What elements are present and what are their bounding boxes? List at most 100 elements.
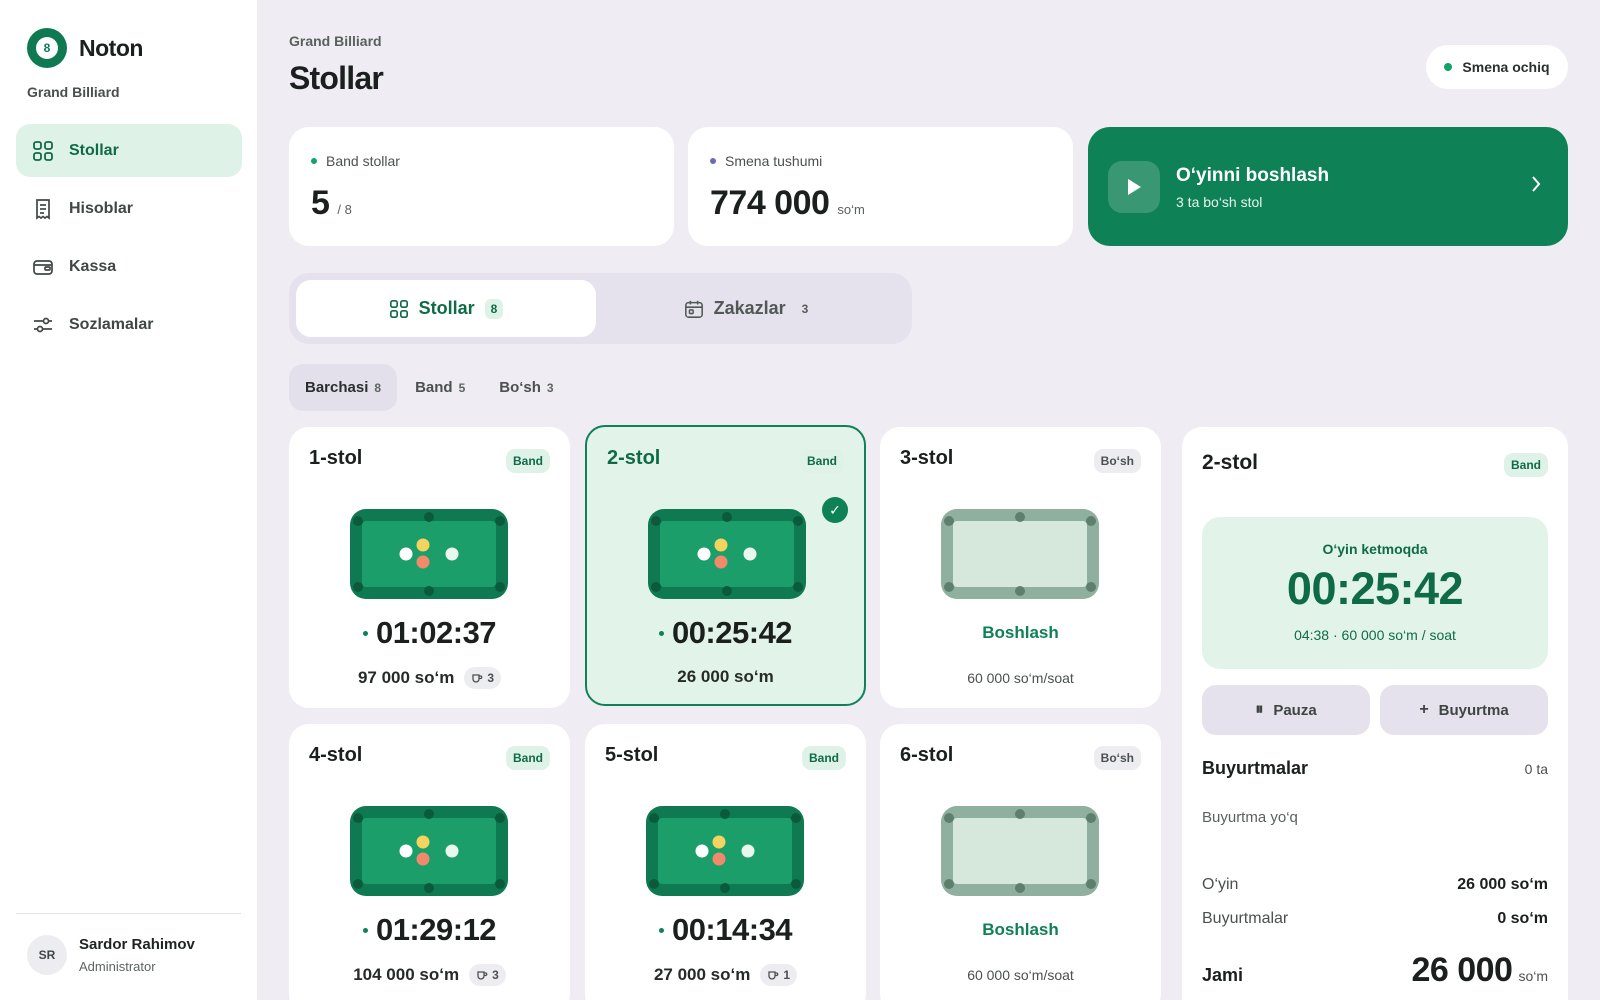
table-timer: 01:29:12	[289, 912, 570, 948]
table-card-3[interactable]: 3-stol Bo‘sh Boshlash 60 000 so‘m/soat	[880, 427, 1161, 708]
busy-tables-card: Band stollar 5 / 8	[289, 127, 674, 246]
receipt-icon	[36, 198, 50, 220]
orders-badge: 3	[469, 964, 506, 986]
total-unit: so‘m	[1518, 968, 1548, 984]
filter-count: 8	[374, 380, 382, 395]
shift-revenue-label: Smena tushumi	[725, 153, 823, 169]
selected-check-icon: ✓	[822, 497, 848, 523]
total-value: 26 000	[1411, 951, 1513, 989]
table-detail-panel: 2-stol Band O‘yin ketmoqda 00:25:42 04:3…	[1182, 427, 1568, 1000]
purple-dot-icon	[710, 158, 716, 164]
timer-value: 01:02:37	[375, 615, 497, 650]
sidebar-item-hisoblar[interactable]: Hisoblar	[16, 182, 242, 235]
status-badge: Band	[506, 449, 550, 473]
filter-all[interactable]: Barchasi 8	[289, 364, 398, 411]
orders-count: 0 ta	[1524, 761, 1548, 777]
status-filters: Barchasi 8 Band 5 Bo‘sh 3	[289, 364, 572, 411]
pool-table-icon	[350, 509, 508, 599]
sidebar-item-label: Kassa	[69, 257, 117, 275]
status-badge: Band	[506, 746, 550, 770]
play-icon	[1108, 161, 1160, 213]
sidebar-nav: Stollar Hisoblar Kassa Sozlamalar	[16, 124, 242, 356]
cup-icon	[768, 971, 779, 980]
pool-table-icon	[646, 806, 804, 896]
sliders-icon	[34, 317, 52, 332]
green-dot-icon	[311, 158, 317, 164]
tab-count: 3	[801, 301, 809, 316]
table-card-6[interactable]: 6-stol Bo‘sh Boshlash 60 000 so‘m/soat	[880, 724, 1161, 1000]
pool-table-icon	[648, 509, 806, 599]
calendar-icon	[684, 300, 703, 318]
timer-value: 01:29:12	[375, 912, 497, 947]
pause-button[interactable]: ⏸ Pauza	[1202, 685, 1370, 735]
table-amount: 104 000 so‘m	[353, 965, 460, 984]
detail-title: 2-stol	[1202, 451, 1259, 474]
status-badge: Bo‘sh	[1093, 449, 1141, 473]
running-dot-icon	[658, 927, 664, 933]
sidebar: 8 Noton Grand Billiard Stollar Hisoblar …	[0, 0, 257, 1000]
tab-stollar[interactable]: Stollar 8	[296, 280, 596, 337]
page-title: Stollar	[289, 60, 384, 96]
orders-amount-value: 0 so‘m	[1497, 910, 1548, 927]
filter-count: 3	[546, 380, 554, 395]
orders-amount-label: Buyurtmalar	[1202, 910, 1289, 927]
table-amount: 27 000 so‘m	[653, 965, 751, 984]
grid-icon	[389, 299, 408, 318]
view-switcher: Stollar 8 Zakazlar 3	[289, 273, 912, 344]
running-dot-icon	[362, 927, 368, 933]
plus-icon: +	[1419, 701, 1429, 718]
table-timer: 00:25:42	[587, 615, 864, 651]
filter-label: Barchasi	[305, 379, 369, 396]
status-dot-icon	[1444, 63, 1453, 71]
table-name: 3-stol	[900, 447, 954, 469]
table-card-2[interactable]: 2-stol Band ✓ 00:25:42 26 000 so‘m	[585, 425, 866, 706]
tab-zakazlar[interactable]: Zakazlar 3	[599, 280, 899, 337]
table-name: 5-stol	[605, 744, 659, 766]
start-table-button[interactable]: Boshlash	[880, 623, 1161, 643]
brand[interactable]: 8 Noton	[27, 28, 143, 68]
orders-badge: 3	[464, 667, 502, 689]
busy-tables-total: / 8	[337, 202, 352, 217]
status-badge: Band	[800, 449, 844, 473]
pool-table-idle-icon	[941, 509, 1099, 599]
game-rate-info: 04:38 · 60 000 so‘m / soat	[1294, 627, 1456, 643]
table-name: 4-stol	[309, 744, 363, 766]
orders-title: Buyurtmalar	[1202, 758, 1309, 778]
sidebar-item-label: Sozlamalar	[69, 315, 154, 333]
pause-label: Pauza	[1273, 701, 1317, 719]
orders-empty-text: Buyurtma yo‘q	[1202, 809, 1298, 826]
sidebar-item-sozlamalar[interactable]: Sozlamalar	[16, 298, 242, 351]
shift-status-badge[interactable]: Smena ochiq	[1426, 45, 1568, 89]
filter-free[interactable]: Bo‘sh 3	[483, 364, 569, 411]
venue-name: Grand Billiard	[27, 84, 120, 100]
start-table-button[interactable]: Boshlash	[880, 920, 1161, 940]
breadcrumb: Grand Billiard	[289, 33, 382, 49]
sidebar-item-stollar[interactable]: Stollar	[16, 124, 242, 177]
detail-status-badge: Band	[1504, 453, 1548, 477]
tab-count: 8	[484, 298, 504, 319]
sidebar-divider	[16, 913, 241, 914]
sidebar-item-kassa[interactable]: Kassa	[16, 240, 242, 293]
start-game-button[interactable]: O‘yinni boshlash 3 ta bo‘sh stol	[1088, 127, 1568, 246]
table-card-5[interactable]: 5-stol Band 00:14:34 27 000 so‘m 1	[585, 724, 866, 1000]
table-timer: 00:14:34	[585, 912, 866, 948]
table-name: 2-stol	[607, 447, 661, 469]
timer-value: 00:14:34	[671, 912, 793, 947]
table-card-4[interactable]: 4-stol Band 01:29:12 104 000 so‘m 3	[289, 724, 570, 1000]
user-role: Administrator	[79, 959, 156, 974]
add-order-button[interactable]: + Buyurtma	[1380, 685, 1548, 735]
start-game-subtitle: 3 ta bo‘sh stol	[1176, 194, 1263, 210]
status-badge: Bo‘sh	[1093, 746, 1141, 770]
sidebar-item-label: Stollar	[69, 141, 119, 159]
table-card-1[interactable]: 1-stol Band 01:02:37 97 000 so‘m 3	[289, 427, 570, 708]
brand-name: Noton	[79, 34, 143, 61]
filter-busy[interactable]: Band 5	[399, 364, 481, 411]
user-profile[interactable]: SR Sardor Rahimov Administrator	[27, 935, 195, 975]
table-amount: 97 000 so‘m	[357, 668, 455, 687]
table-amount: 26 000 so‘m	[677, 667, 774, 686]
logo-char: 8	[36, 37, 58, 59]
orders-amount-row: Buyurtmalar 0 so‘m	[1202, 910, 1548, 928]
orders-badge: 1	[760, 964, 798, 986]
table-timer: 01:02:37	[289, 615, 570, 651]
hourly-rate: 60 000 so‘m/soat	[967, 670, 1074, 686]
